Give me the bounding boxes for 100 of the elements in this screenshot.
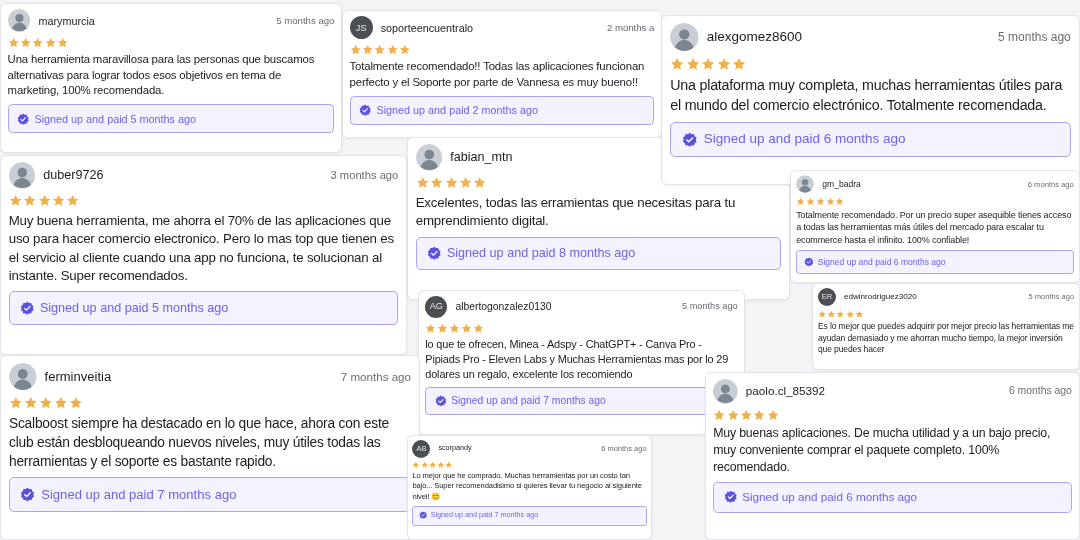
star-icon — [817, 309, 827, 319]
verified-icon — [682, 131, 698, 148]
review-text: Scalboost siempre ha destacado en lo que hace, ahora con este club están desbloqueando nuevos niveles, muy útiles todas las herramientas y el soporte es bastante rapido. — [8, 414, 390, 471]
star-icon — [437, 322, 449, 334]
star-icon — [716, 57, 731, 72]
star-icon — [66, 194, 80, 208]
star-icon — [460, 322, 472, 334]
review-text: Una herramienta maravillosa para las personas que buscamos alternativas para lograr todos esos objetivos en tema de marketing, 100% recomendada. — [7, 51, 316, 99]
verified-icon — [419, 511, 428, 520]
badge-text: Signed up and paid 6 months ago — [817, 255, 946, 269]
star-icon — [739, 408, 753, 422]
user-name: paolo.cl_85392 — [745, 383, 826, 400]
avatar-icon — [7, 9, 31, 33]
user-name: marymurcia — [38, 13, 95, 29]
star-icon — [7, 37, 19, 49]
star-icon — [8, 395, 23, 410]
star-icon — [51, 194, 66, 208]
avatar-initials: AG — [425, 296, 448, 319]
user-name: soporteencuentralo — [380, 20, 474, 36]
verified-icon — [20, 487, 36, 502]
review-time: 6 months ago — [1008, 384, 1072, 399]
star-icon — [444, 176, 458, 190]
star-icon — [796, 197, 806, 207]
user-name: duber9726 — [43, 167, 104, 185]
star-icon — [37, 194, 51, 208]
avatar-icon — [713, 378, 738, 404]
review-time: 5 months ago — [998, 29, 1071, 46]
review-text: Muy buenas aplicaciones. De mucha utilidad y a un bajo precio, muy conveniente comprar el paquete completo. 100% recomendado. — [713, 424, 1052, 476]
star-icon — [23, 395, 38, 410]
star-icon — [836, 309, 845, 319]
star-icon — [845, 309, 855, 319]
review-time: 3 months ago — [330, 168, 399, 184]
badge-text: Signed up and paid 7 months ago — [451, 394, 606, 409]
star-icon — [428, 460, 437, 469]
badge-text: Signed up and paid 7 months ago — [41, 485, 237, 504]
star-icon — [420, 460, 429, 469]
star-icon — [38, 395, 53, 410]
star-icon — [448, 322, 460, 334]
badge-text: Signed up and paid 5 months ago — [39, 299, 229, 317]
verified-icon — [804, 257, 814, 267]
avatar-icon — [415, 144, 443, 171]
star-icon — [349, 44, 361, 56]
star-icon — [19, 37, 32, 49]
star-icon — [827, 309, 836, 319]
star-icon — [806, 197, 815, 207]
verified-icon — [426, 246, 442, 261]
review-text: lo que te ofrecen, Minea - Adspy - ChatGPT+ - Canva Pro - Pipiads Pro - Eleven Labs y Muchas Herramientas mas por lo 29 dolares un regalo, excelente los recomiendo — [425, 337, 730, 383]
avatar-icon — [796, 175, 815, 194]
badge-text: Signed up and paid 6 months ago — [742, 489, 917, 506]
star-icon — [670, 57, 685, 72]
star-icon — [753, 408, 766, 422]
star-icon — [56, 37, 69, 49]
star-icon — [458, 176, 473, 190]
review-text: Totalmente recomendado!! Todas las aplicaciones funcionan perfecto y el Soporte por parte de Vannesa es muy bueno!! — [349, 59, 646, 90]
verified-icon — [17, 112, 30, 125]
badge-text: Signed up and paid 8 months ago — [446, 244, 636, 262]
star-icon — [415, 176, 429, 190]
star-icon — [386, 44, 398, 56]
user-name: alexgomez8600 — [706, 27, 803, 46]
star-icon — [855, 309, 864, 319]
star-icon — [398, 44, 411, 56]
review-time: 7 months ago — [340, 368, 412, 385]
star-icon — [685, 57, 700, 72]
star-icon — [361, 44, 374, 56]
user-name: albertogonzalez0130 — [455, 300, 552, 315]
star-icon — [68, 395, 83, 410]
star-icon — [44, 37, 56, 49]
review-text: Muy buena herramienta, me ahorra el 70% de las aplicaciones que uso para hacer comercio electronico. Pero lo mas top que tienen es el servicio al cliente cuando una app no funciona, te solucionan al instante. Super recomendados. — [8, 211, 395, 285]
star-icon — [374, 44, 386, 56]
avatar-icon — [8, 362, 37, 391]
review-text: Excelentes, todas las erramientas que necesitas para tu emprendimiento digital. — [415, 193, 737, 231]
verified-icon — [434, 395, 447, 408]
star-icon — [473, 176, 487, 190]
star-icon — [32, 37, 44, 49]
star-icon — [713, 408, 726, 422]
verified-icon — [19, 300, 35, 316]
star-icon — [835, 197, 845, 207]
user-name: gm_badra — [822, 177, 861, 191]
star-icon — [53, 395, 68, 410]
user-name: fabian_mtn — [450, 149, 513, 167]
badge-text: Signed up and paid 6 months ago — [703, 130, 906, 149]
star-icon — [825, 197, 835, 207]
user-name: ferminveitia — [44, 367, 112, 386]
avatar-initials: JS — [349, 16, 373, 40]
star-icon — [472, 322, 484, 334]
review-text: Totalmente recomendado. Por un precio super asequible tienes acceso a todas las herramientas más útiles del mercado para escalar tu ecommerce hasta el infinito. 100% confiable! — [796, 208, 1073, 247]
star-icon — [425, 322, 437, 334]
user-name: edwinrodriguez3020 — [843, 290, 917, 303]
star-icon — [701, 57, 716, 72]
review-text: Una plataforma muy completa, muchas herramientas útiles para el mundo del comercio electrónico. Totalmente recomendada. — [670, 76, 1064, 115]
verified-icon — [359, 104, 372, 117]
badge-text: Signed up and paid 2 months ago — [376, 103, 538, 119]
star-icon — [8, 194, 22, 208]
review-time: 5 months ago — [682, 300, 738, 314]
verified-icon — [723, 490, 737, 504]
review-time: 2 months a — [606, 20, 655, 35]
review-text: Es lo mejor que puedes adquirir por mejor precio las herramientas me ayudan demasiado y me ahorran mucho tiempo, la mejor inversión que puedes hacer — [817, 320, 1075, 357]
review-time: 5 months ago — [276, 13, 335, 28]
star-icon — [726, 408, 739, 422]
star-icon — [766, 408, 779, 422]
